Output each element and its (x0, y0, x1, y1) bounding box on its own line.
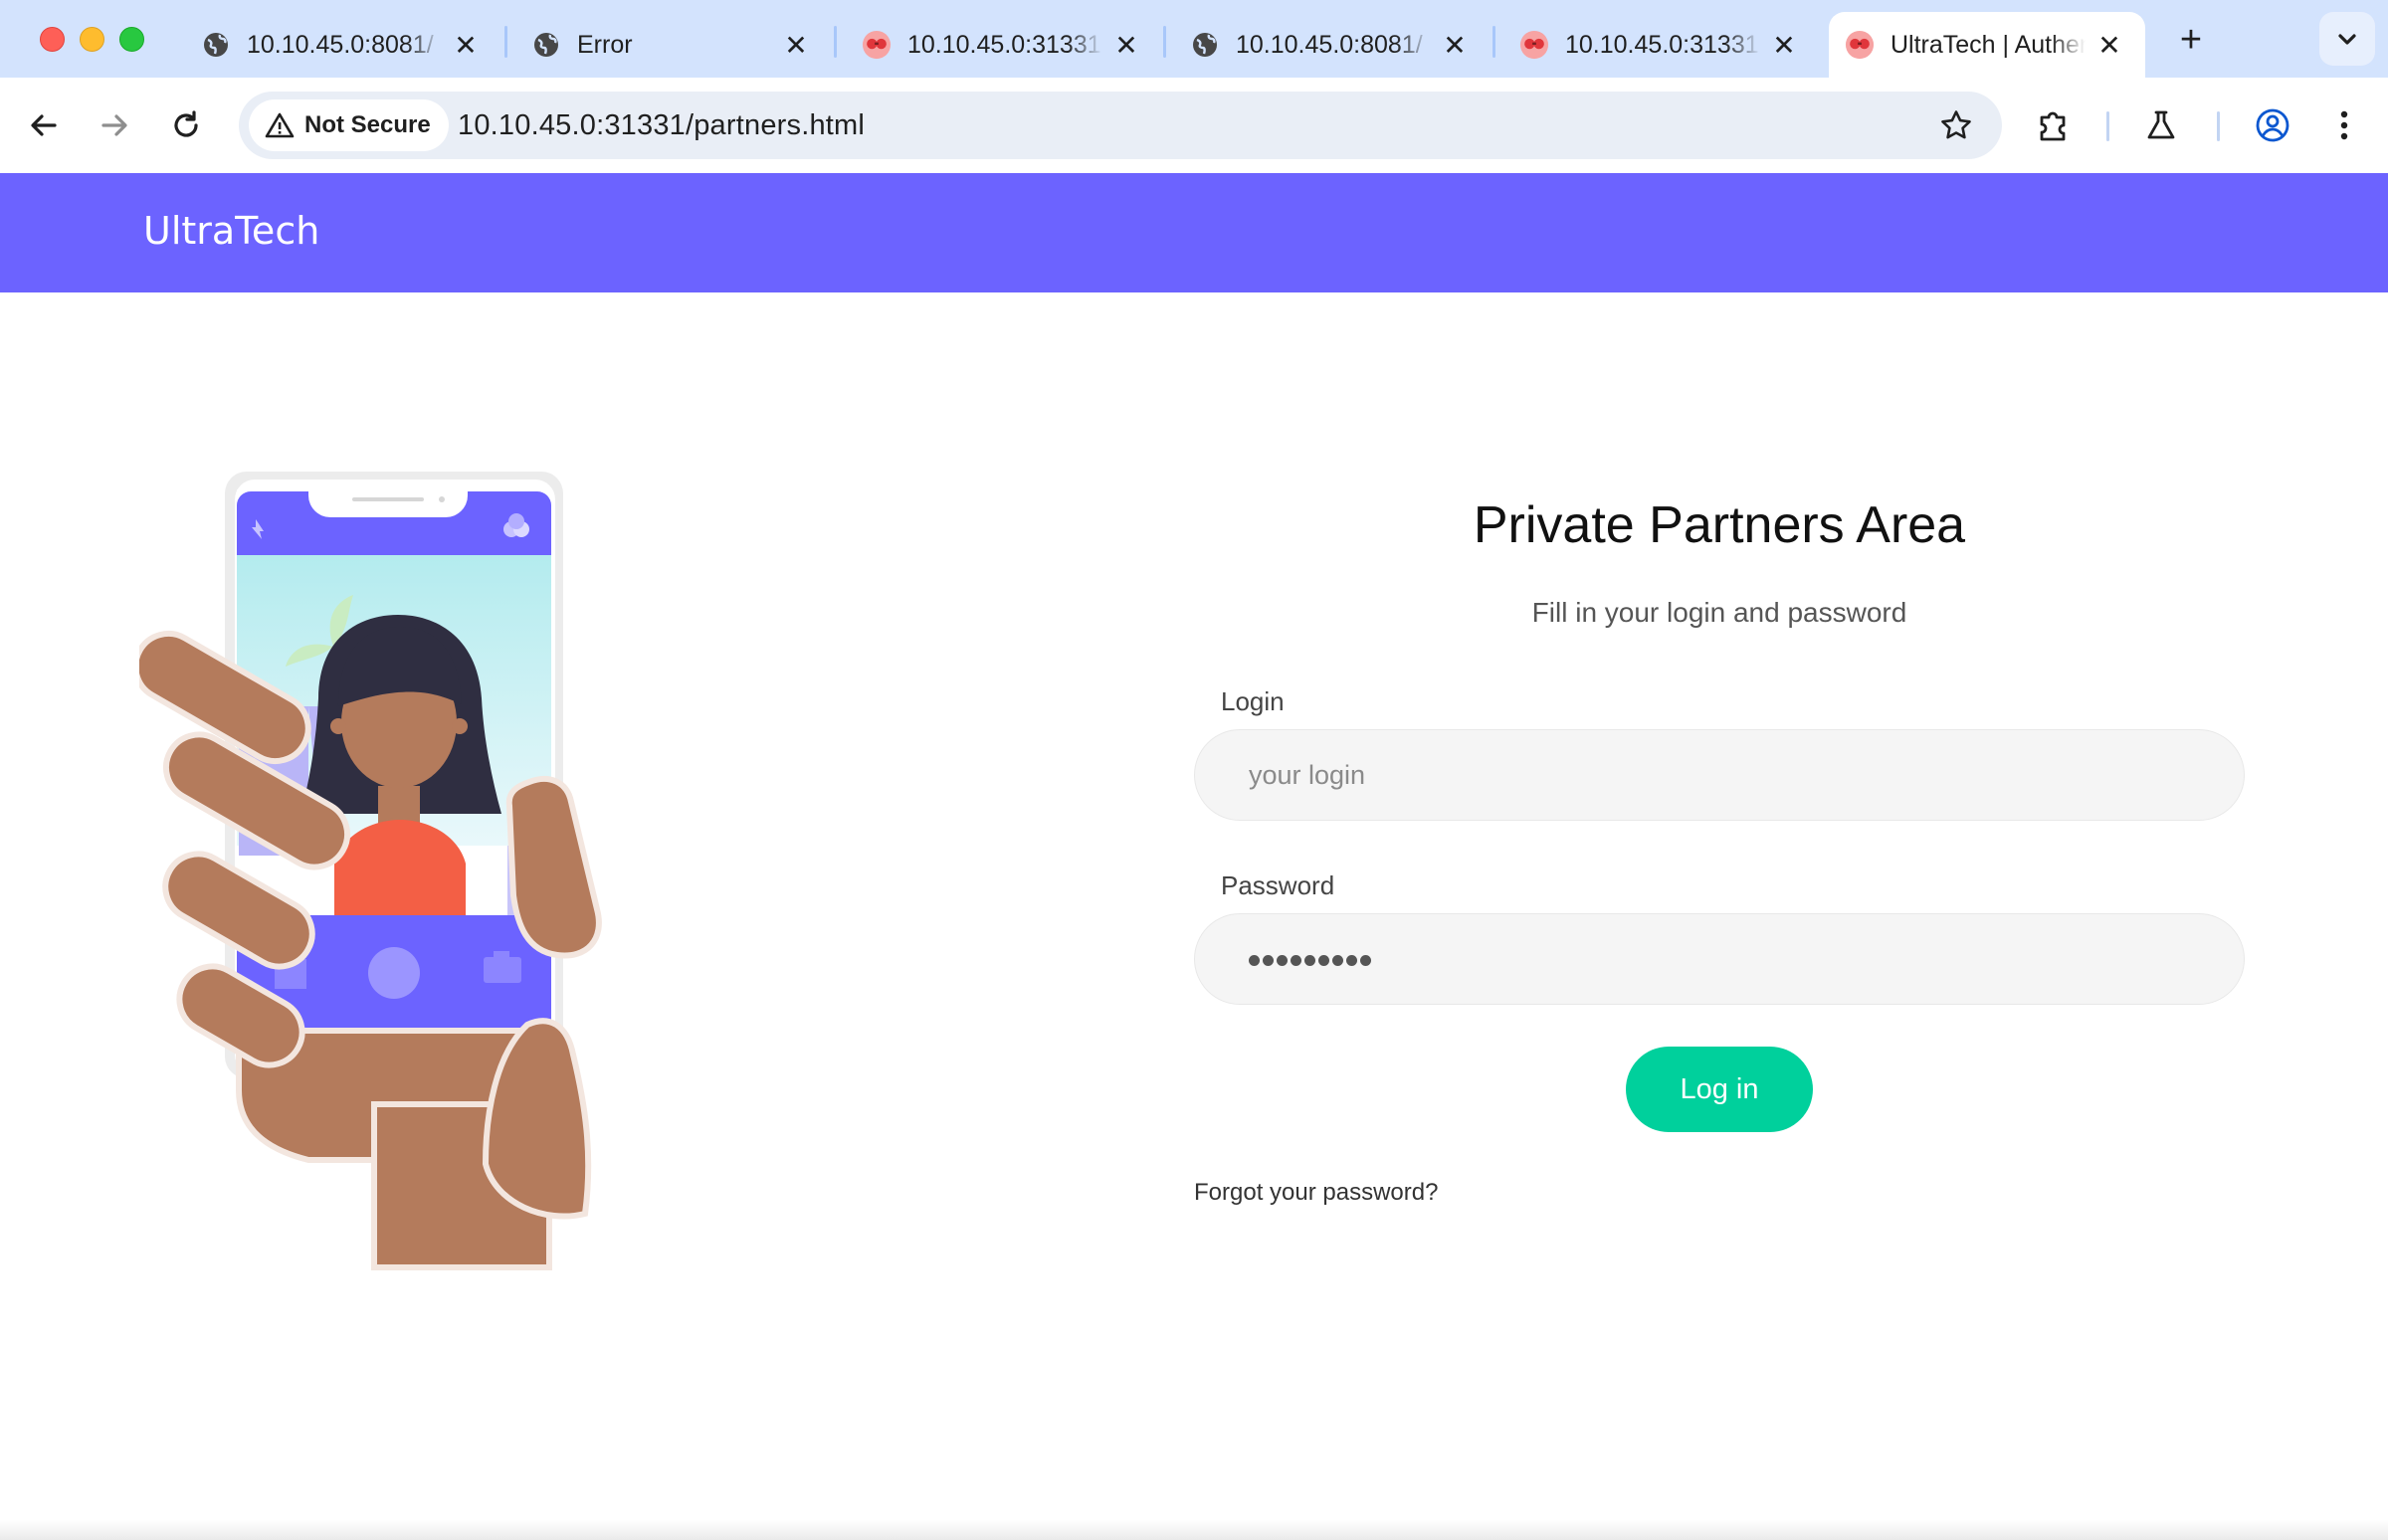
tab-title: UltraTech | Authentication (1890, 30, 2086, 59)
maximize-window-button[interactable] (119, 27, 144, 52)
arrow-left-icon (31, 114, 57, 136)
bookmark-button[interactable] (1934, 103, 1978, 147)
window-bottom-edge (0, 1520, 2388, 1540)
star-icon (1941, 110, 1971, 139)
account-icon (2256, 108, 2289, 142)
profile-button[interactable] (2247, 99, 2298, 151)
tab-5[interactable]: 10.10.45.0:31331 ✕ (1490, 12, 1820, 78)
tab-title: 10.10.45.0:31331 (1565, 30, 1759, 59)
password-dot (1263, 954, 1274, 966)
password-dot (1277, 954, 1288, 966)
password-dot (1346, 954, 1357, 966)
password-dot (1332, 954, 1343, 966)
reload-icon (174, 110, 198, 137)
login-label: Login (1221, 686, 1285, 716)
password-dot (1318, 954, 1329, 966)
flask-icon (2147, 110, 2175, 139)
tab-title: Error (577, 30, 633, 59)
ultratech-icon (862, 30, 892, 60)
labs-button[interactable] (2135, 99, 2187, 151)
security-label: Not Secure (304, 111, 431, 138)
password-label: Password (1221, 870, 1335, 900)
extensions-button[interactable] (2028, 99, 2080, 151)
close-tab-icon[interactable]: ✕ (1768, 29, 1800, 61)
address-bar[interactable]: Not Secure 10.10.45.0:31331/partners.htm… (239, 92, 2002, 159)
page-subtitle: Fill in your login and password (1531, 597, 1907, 628)
globe-icon (531, 30, 561, 60)
close-tab-icon[interactable]: ✕ (450, 29, 482, 61)
tab-3[interactable]: 10.10.45.0:31331 ✕ (832, 12, 1162, 78)
tab-1[interactable]: 10.10.45.0:8081/ ✕ (171, 12, 501, 78)
puzzle-icon (2040, 111, 2066, 141)
arrow-right-icon (101, 114, 127, 136)
password-dot (1360, 954, 1371, 966)
warning-icon (265, 112, 295, 138)
site-navbar: UltraTech (0, 173, 2388, 292)
menu-button[interactable] (2318, 99, 2370, 151)
security-chip[interactable]: Not Secure (249, 99, 449, 151)
page-title: Private Partners Area (1473, 496, 1966, 554)
phone-selfie-illustration (132, 468, 657, 1273)
password-dot (1249, 954, 1260, 966)
tab-strip: 10.10.45.0:8081/ ✕ Error ✕ 10.10.45.0:31… (0, 0, 2388, 78)
new-tab-button[interactable]: + (2169, 18, 2213, 62)
chevron-down-icon (2338, 34, 2356, 45)
tab-2[interactable]: Error ✕ (501, 12, 832, 78)
forgot-password-link[interactable]: Forgot your password? (1194, 1179, 1438, 1207)
tab-4[interactable]: 10.10.45.0:8081/ ✕ (1160, 12, 1491, 78)
globe-icon (201, 30, 231, 60)
more-vert-icon (2340, 110, 2348, 140)
close-window-button[interactable] (40, 27, 65, 52)
close-tab-icon[interactable]: ✕ (2093, 29, 2125, 61)
password-mask (1249, 914, 1371, 1006)
tab-title: 10.10.45.0:31331 (907, 30, 1101, 59)
login-input[interactable] (1194, 729, 2245, 821)
ultratech-icon (1845, 30, 1875, 60)
tab-title: 10.10.45.0:8081/ (247, 30, 434, 59)
close-tab-icon[interactable]: ✕ (1110, 29, 1142, 61)
close-tab-icon[interactable]: ✕ (1439, 29, 1471, 61)
tab-6-active[interactable]: UltraTech | Authentication ✕ (1829, 12, 2145, 78)
toolbar-divider (2106, 111, 2109, 141)
ultratech-icon (1519, 30, 1549, 60)
close-tab-icon[interactable]: ✕ (780, 29, 812, 61)
tab-title: 10.10.45.0:8081/ (1236, 30, 1423, 59)
password-dot (1291, 954, 1301, 966)
forward-button[interactable] (89, 99, 140, 151)
tab-search-button[interactable] (2319, 12, 2375, 66)
reload-button[interactable] (160, 99, 212, 151)
password-input[interactable] (1194, 913, 2245, 1005)
password-dot (1304, 954, 1315, 966)
minimize-window-button[interactable] (80, 27, 104, 52)
globe-icon (1190, 30, 1220, 60)
login-button[interactable]: Log in (1626, 1047, 1813, 1132)
back-button[interactable] (18, 99, 70, 151)
browser-toolbar: Not Secure 10.10.45.0:31331/partners.htm… (0, 78, 2388, 173)
brand-logo[interactable]: UltraTech (143, 209, 319, 253)
toolbar-divider (2217, 111, 2220, 141)
url-text[interactable]: 10.10.45.0:31331/partners.html (458, 109, 865, 142)
